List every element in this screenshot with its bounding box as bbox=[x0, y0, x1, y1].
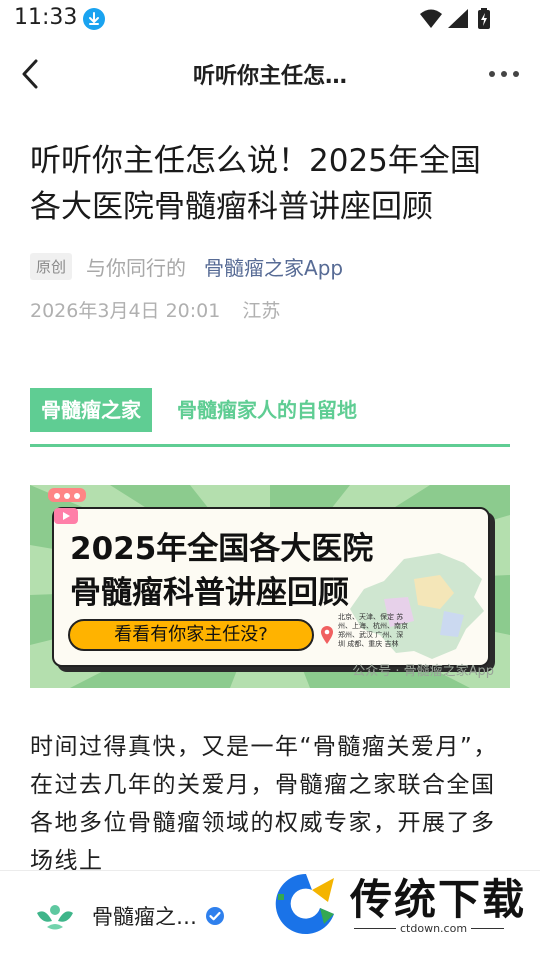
verified-badge-icon bbox=[205, 906, 225, 926]
section-divider bbox=[30, 444, 510, 447]
site-watermark: 传统下载 ctdown.com bbox=[268, 860, 540, 960]
article-title: 听听你主任怎么说！2025年全国各大医院骨髓瘤科普讲座回顾 bbox=[30, 143, 481, 225]
publish-info: 2026年3月4日 20:01 江苏 bbox=[30, 296, 280, 323]
status-time: 11:33 bbox=[14, 5, 78, 30]
account-logo-icon[interactable] bbox=[34, 899, 76, 933]
banner-heading-line2: 骨髓瘤科普讲座回顾 bbox=[70, 575, 349, 611]
banner-heading-line1: 2025年全国各大医院 bbox=[70, 531, 374, 567]
play-icon bbox=[54, 508, 78, 524]
banner-watermark: 公众号 · 骨髓瘤之家App bbox=[352, 664, 494, 679]
status-icons bbox=[418, 7, 502, 31]
article-meta: 原创 与你同行的 骨髓瘤之家App bbox=[30, 250, 343, 282]
banner-card: 2025年全国各大医院 骨髓瘤科普讲座回顾 看看有你家主任没? 北京、天津、保定… bbox=[52, 507, 490, 667]
banner-image[interactable]: 2025年全国各大医院 骨髓瘤科普讲座回顾 看看有你家主任没? 北京、天津、保定… bbox=[30, 485, 510, 688]
location-pin-icon bbox=[320, 625, 334, 645]
nav-title: 听听你主任怎… bbox=[192, 64, 347, 89]
publish-date: 2026年3月4日 20:01 bbox=[30, 300, 221, 322]
more-dots-icon bbox=[489, 71, 519, 77]
account-name[interactable]: 骨髓瘤之… bbox=[92, 901, 197, 931]
battery-charging-icon bbox=[478, 8, 490, 29]
stars-icon bbox=[48, 488, 86, 502]
watermark-logo-icon bbox=[270, 868, 342, 940]
status-bar: 11:33 bbox=[0, 0, 540, 38]
watermark-name: 传统下载 bbox=[350, 875, 527, 924]
article-paragraph: 时间过得真快，又是一年“骨髓瘤关爱月”，在过去几年的关爱月，骨髓瘤之家联合全国各… bbox=[30, 734, 498, 870]
section-header: 骨髓瘤之家 骨髓瘤家人的自留地 bbox=[30, 388, 510, 448]
account-link[interactable]: 骨髓瘤之家App bbox=[204, 252, 343, 281]
original-tag: 原创 bbox=[30, 252, 73, 280]
chevron-left-icon bbox=[22, 59, 38, 89]
top-nav-bar: 听听你主任怎… bbox=[0, 44, 540, 104]
wifi-icon bbox=[420, 9, 442, 28]
banner-cities: 北京、天津、保定 苏州、上海、杭州、南京 郑州、武汉 广州、深圳 成都、重庆 吉… bbox=[338, 613, 408, 648]
publish-location: 江苏 bbox=[242, 300, 281, 322]
more-button[interactable] bbox=[488, 60, 520, 88]
watermark-domain: ctdown.com bbox=[396, 922, 472, 935]
section-tag: 骨髓瘤之家 bbox=[30, 388, 152, 432]
signal-icon bbox=[448, 9, 468, 28]
download-icon bbox=[83, 8, 105, 30]
section-subtitle: 骨髓瘤家人的自留地 bbox=[177, 398, 357, 422]
back-button[interactable] bbox=[14, 54, 54, 94]
banner-pill: 看看有你家主任没? bbox=[68, 619, 314, 651]
author-name: 与你同行的 bbox=[86, 255, 187, 280]
